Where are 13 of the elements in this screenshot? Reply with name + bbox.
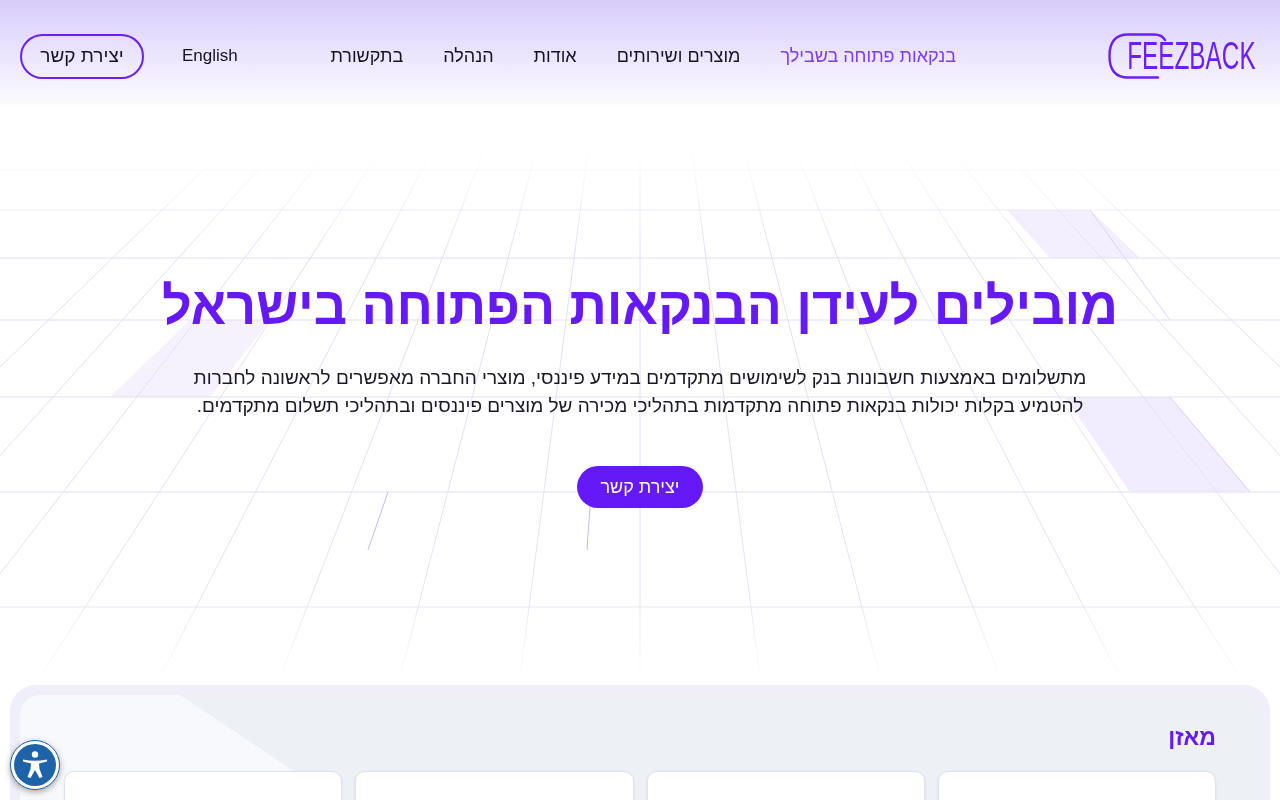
brand-logo[interactable]: FEEZBACK <box>1108 33 1256 79</box>
nav-link[interactable]: אודות <box>533 47 577 65</box>
nav-link[interactable]: בנקאות פתוחה בשבילך <box>780 47 956 65</box>
hero-title: מובילים לעידן הבנקאות הפתוחה בישראל <box>162 276 1118 337</box>
nav-link[interactable]: מוצרים ושירותים <box>616 47 741 65</box>
hero-description: מתשלומים באמצעות חשבונות בנק לשימושים מתקדמים במידע פיננסי, מוצרי החברה מאפשרים לראשונה לחברות להטמיע בקלות יכולות בנקאות פתוחה מתקדמות בתהליכי מכירה של מוצרים פיננסים ובתהליכי תשלום מתקדמים. <box>192 366 1088 418</box>
section-title: מאזן <box>1168 723 1216 751</box>
nav-link[interactable]: בתקשורת <box>330 47 404 65</box>
language-link[interactable]: English <box>182 46 238 64</box>
nav-link[interactable]: הנהלה <box>443 47 494 65</box>
accessibility-icon <box>14 744 56 786</box>
contact-button[interactable]: יצירת קשר <box>20 33 144 79</box>
hero-contact-button[interactable]: יצירת קשר <box>577 466 703 508</box>
